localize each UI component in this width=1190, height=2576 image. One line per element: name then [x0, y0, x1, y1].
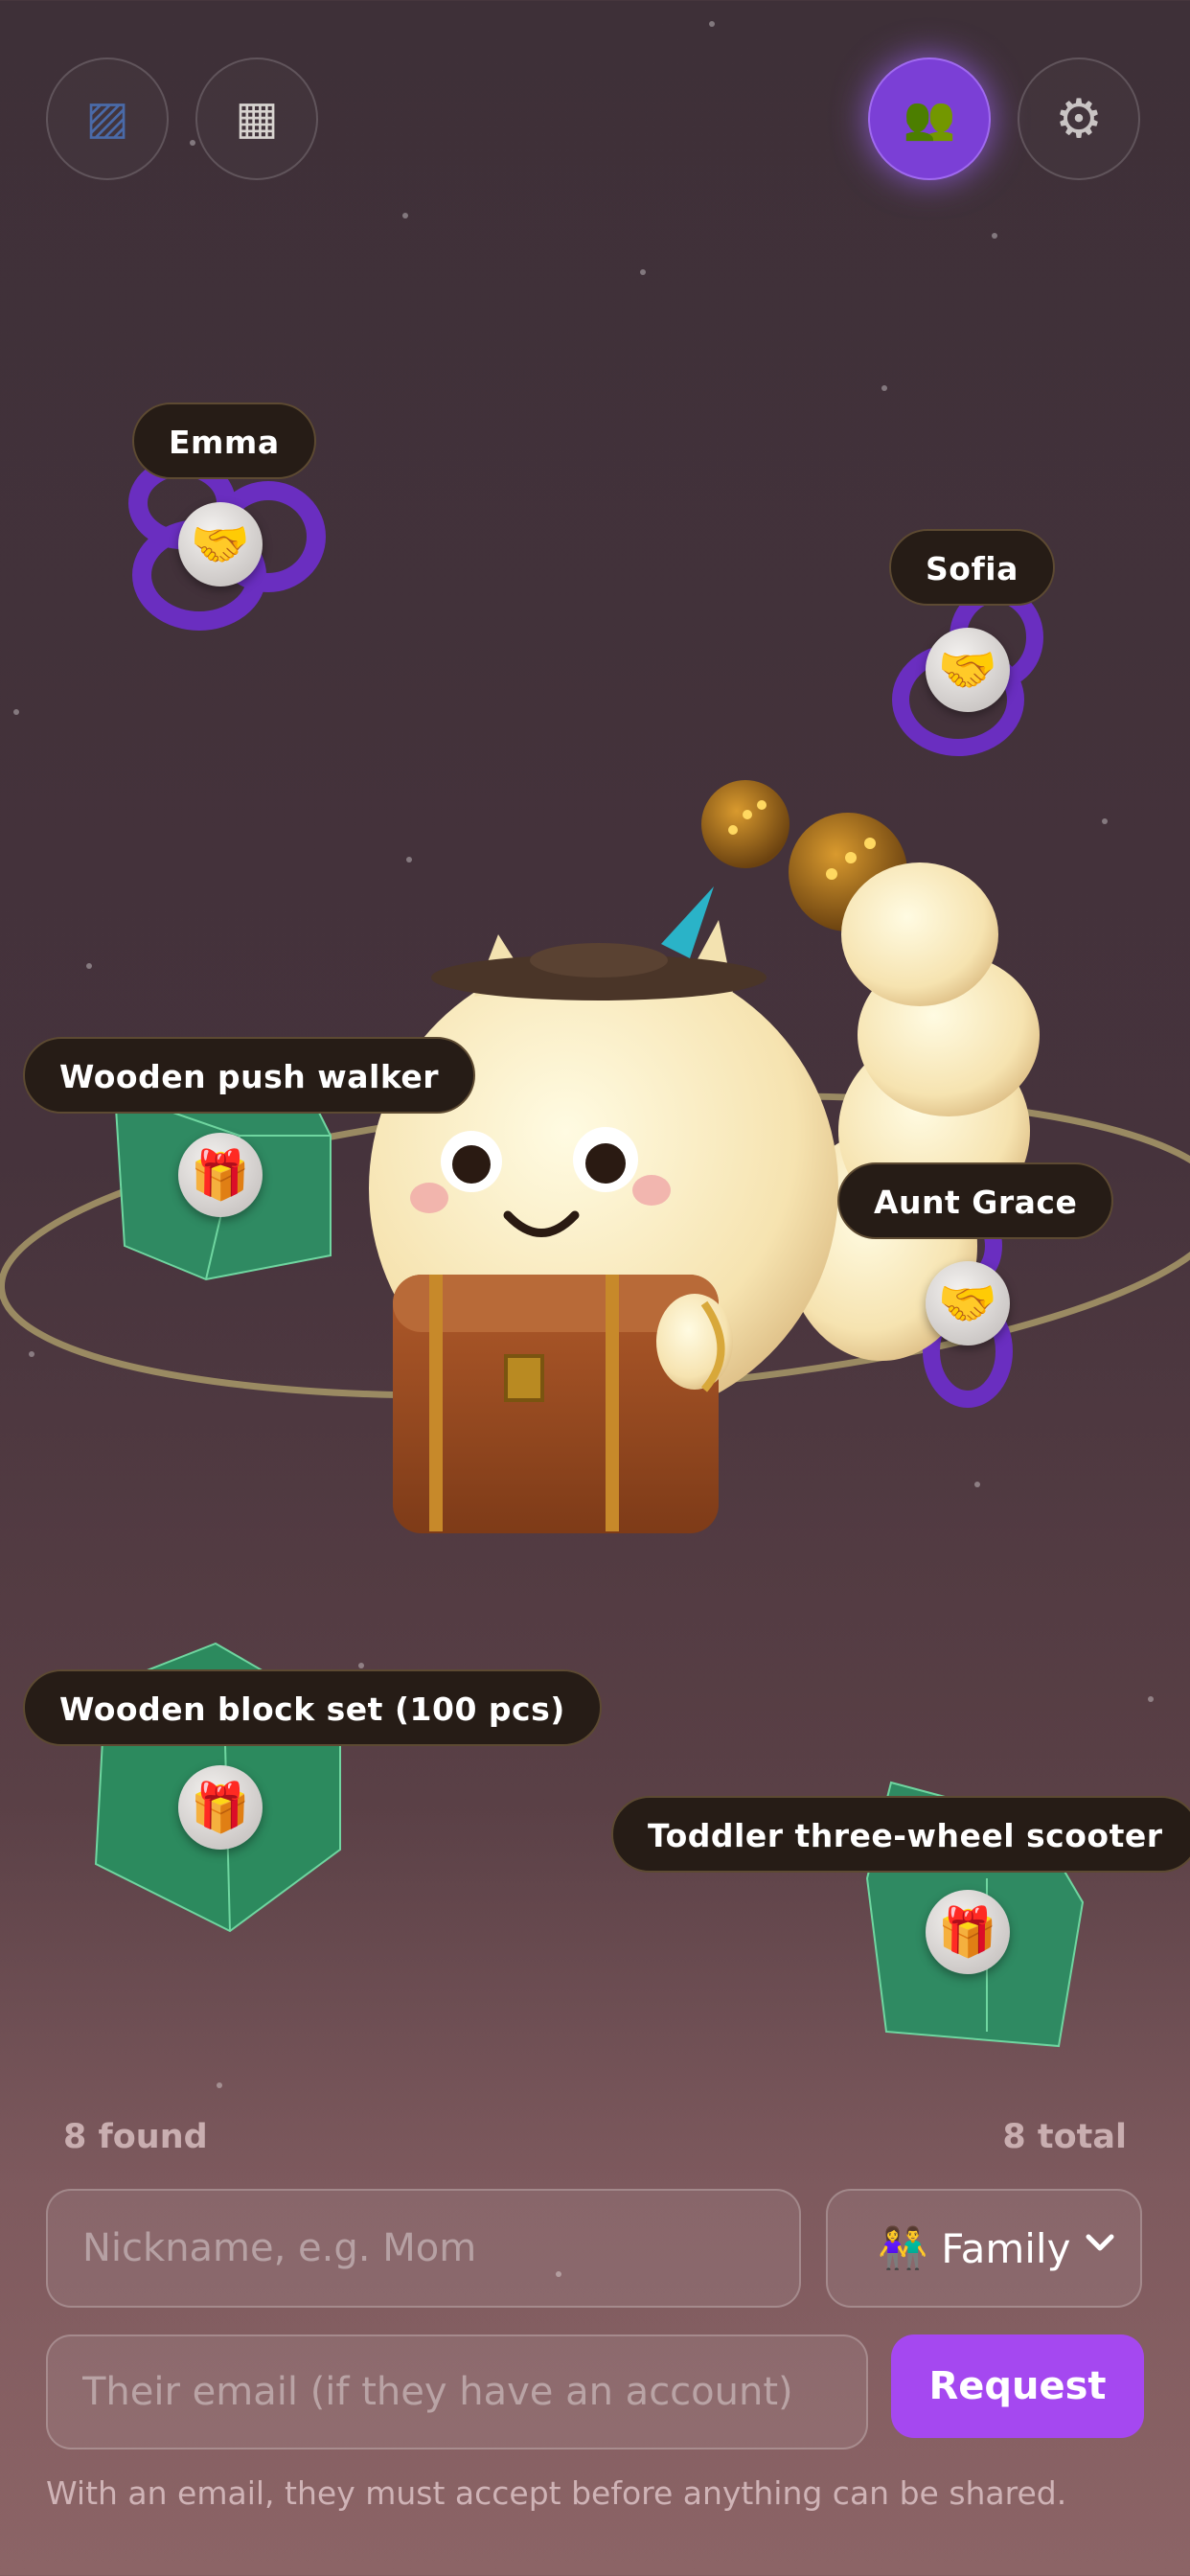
nickname-input[interactable]: [46, 2189, 801, 2308]
gift-label-walker[interactable]: Wooden push walker: [23, 1037, 476, 1114]
coin-1: [701, 780, 790, 868]
gift-token-walker[interactable]: 🎁: [178, 1133, 263, 1217]
result-counts: 8 found 8 total: [63, 2118, 1127, 2172]
handshake-icon: 🤝: [190, 517, 251, 572]
total-count: 8 total: [1002, 2118, 1127, 2156]
relationship-value: Family: [941, 2224, 1071, 2272]
gift-icon: 🎁: [937, 1904, 998, 1960]
chevron-down-icon: [1086, 2234, 1114, 2251]
person-token-aunt-grace[interactable]: 🤝: [926, 1261, 1010, 1346]
gift-token-blocks[interactable]: 🎁: [178, 1765, 263, 1850]
person-label-sofia[interactable]: Sofia: [889, 529, 1055, 606]
gift-token-scooter[interactable]: 🎁: [926, 1890, 1010, 1974]
relationship-select[interactable]: 👫 Family: [826, 2189, 1142, 2308]
gift-label-blocks[interactable]: Wooden block set (100 pcs): [23, 1669, 602, 1746]
found-count: 8 found: [63, 2118, 208, 2156]
person-label-aunt-grace[interactable]: Aunt Grace: [837, 1162, 1114, 1239]
scene-canvas: [0, 457, 1190, 2048]
family-icon: 👫: [878, 2224, 928, 2271]
handshake-icon: 🤝: [937, 1276, 998, 1331]
person-label-emma[interactable]: Emma: [132, 402, 316, 479]
gift-label-scooter[interactable]: Toddler three-wheel scooter: [611, 1796, 1190, 1873]
handshake-icon: 🤝: [937, 642, 998, 698]
person-token-emma[interactable]: 🤝: [178, 502, 263, 586]
person-token-sofia[interactable]: 🤝: [926, 628, 1010, 712]
email-input[interactable]: [46, 2334, 868, 2450]
email-hint: With an email, they must accept before a…: [46, 2474, 1067, 2512]
gift-icon: 🎁: [190, 1780, 251, 1835]
gift-icon: 🎁: [190, 1147, 251, 1203]
request-button[interactable]: Request: [891, 2334, 1144, 2438]
mascot: [369, 886, 838, 1533]
